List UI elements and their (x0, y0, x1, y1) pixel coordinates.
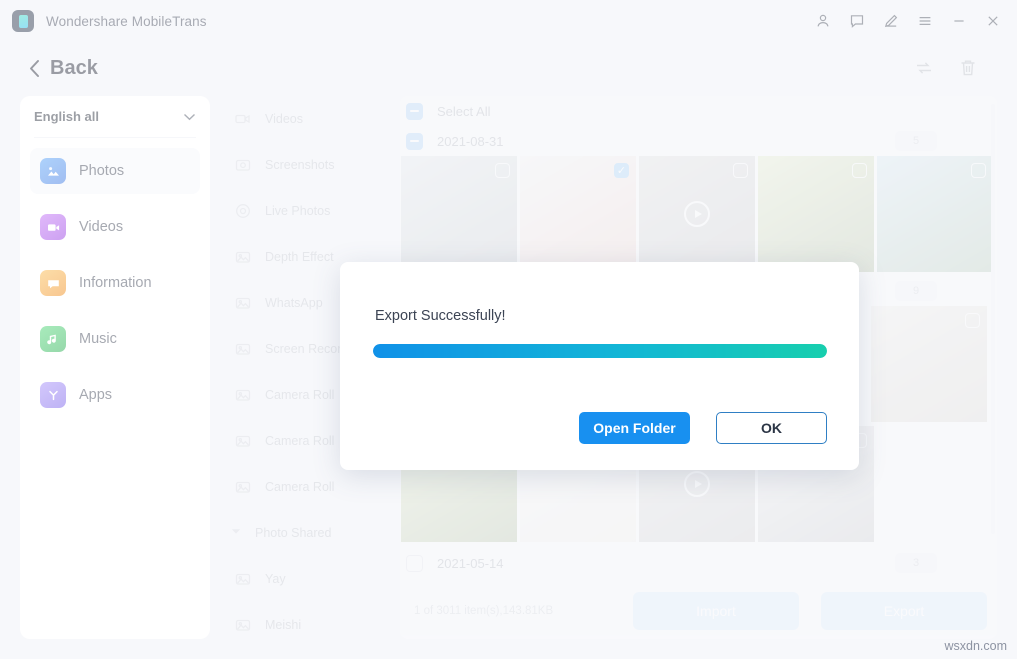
dialog-title: Export Successfully! (375, 308, 506, 324)
watermark: wsxdn.com (944, 639, 1007, 653)
export-success-dialog: Export Successfully! Open Folder OK (340, 262, 859, 470)
open-folder-button[interactable]: Open Folder (579, 412, 690, 444)
app-window: Wondershare MobileTrans (0, 0, 1017, 659)
ok-button[interactable]: OK (716, 412, 827, 444)
dialog-actions: Open Folder OK (579, 412, 827, 444)
progress-bar (373, 344, 827, 358)
progress-fill (373, 344, 827, 358)
